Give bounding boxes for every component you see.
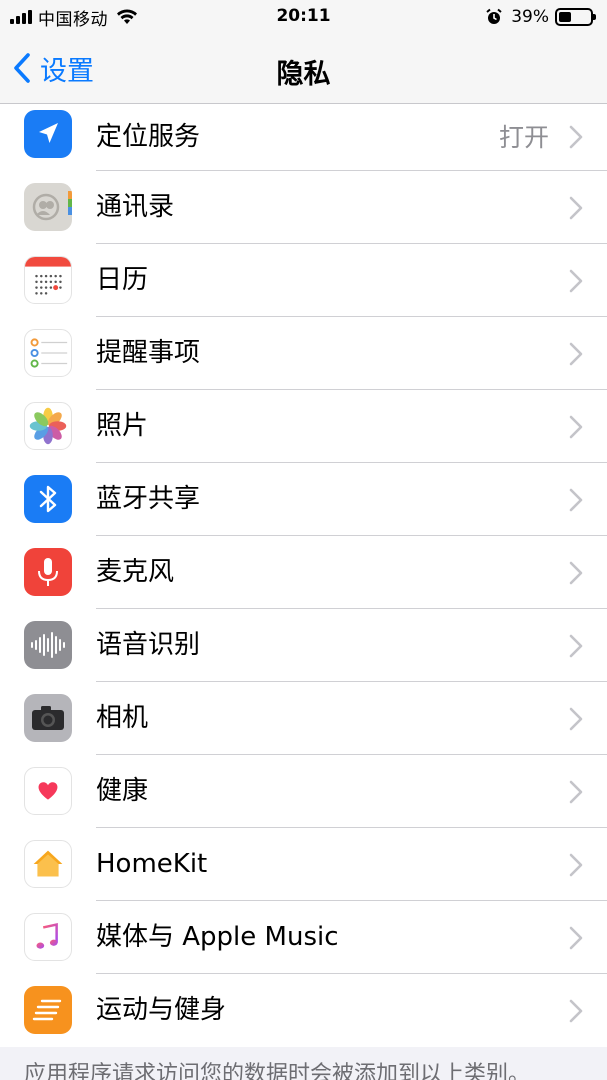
status-bar: 中国移动 20:11 39% [0,0,607,34]
list-item-media-apple-music[interactable]: 媒体与 Apple Music [0,901,607,974]
camera-icon [24,694,72,742]
contacts-icon [24,183,72,231]
reminders-icon [24,329,72,377]
list-item-label: 麦克风 [96,557,175,587]
list-item-microphone[interactable]: 麦克风 [0,536,607,609]
chevron-right-icon [569,926,583,950]
chevron-right-icon [569,634,583,658]
photos-icon [24,402,72,450]
chevron-right-icon [569,707,583,731]
battery-percentage: 39% [511,7,549,27]
list-item-value: 打开 [498,123,549,152]
music-icon [24,913,72,961]
chevron-right-icon [569,780,583,804]
list-item-reminders[interactable]: 提醒事项 [0,317,607,390]
chevron-right-icon [569,196,583,220]
list-item-calendar[interactable]: 日历 [0,244,607,317]
chevron-right-icon [569,561,583,585]
status-right: 39% [485,6,596,28]
list-item-label: 媒体与 Apple Music [96,922,339,952]
list-item-label: HomeKit [96,849,208,879]
chevron-right-icon [569,342,583,366]
list-item-photos[interactable]: 照片 [0,390,607,463]
calendar-icon [24,256,72,304]
chevron-right-icon [569,488,583,512]
list-item-label: 日历 [96,265,149,295]
location-icon [24,110,72,158]
list-item-camera[interactable]: 相机 [0,682,607,755]
bluetooth-icon [24,475,72,523]
chevron-right-icon [569,269,583,293]
list-item-label: 定位服务 [96,122,201,152]
list-item-health[interactable]: 健康 [0,755,607,828]
page-title: 隐私 [276,59,331,90]
list-item-label: 通讯录 [96,192,175,222]
privacy-list: 定位服务 打开 通讯录 日历 提醒事项 照片 蓝牙共享 麦克风 语音识别 相机 … [0,104,607,1047]
list-item-motion-fitness[interactable]: 运动与健身 [0,974,607,1047]
list-item-label: 语音识别 [96,630,201,660]
speech-recognition-icon [24,621,72,669]
list-item-label: 相机 [96,703,149,733]
list-item-label: 提醒事项 [96,338,201,368]
list-item-contacts[interactable]: 通讯录 [0,171,607,244]
motion-fitness-icon [24,986,72,1034]
battery-icon [555,8,596,26]
chevron-right-icon [569,415,583,439]
list-item-label: 健康 [96,776,149,806]
microphone-icon [24,548,72,596]
list-item-homekit[interactable]: HomeKit [0,828,607,901]
list-item-speech-recognition[interactable]: 语音识别 [0,609,607,682]
footer-note: 应用程序请求访问您的数据时会被添加到以上类别。 [24,1062,531,1080]
homekit-icon [24,840,72,888]
list-item-label: 运动与健身 [96,995,227,1025]
navigation-bar: 设置 隐私 [0,34,607,104]
health-icon [24,767,72,815]
list-item-label: 蓝牙共享 [96,484,201,514]
list-item-location-services[interactable]: 定位服务 打开 [0,104,607,171]
chevron-right-icon [569,853,583,877]
list-item-bluetooth-sharing[interactable]: 蓝牙共享 [0,463,607,536]
battery-fill [559,12,571,22]
list-item-label: 照片 [96,411,149,441]
chevron-right-icon [569,999,583,1023]
alarm-icon [486,8,502,24]
chevron-right-icon [569,125,583,149]
